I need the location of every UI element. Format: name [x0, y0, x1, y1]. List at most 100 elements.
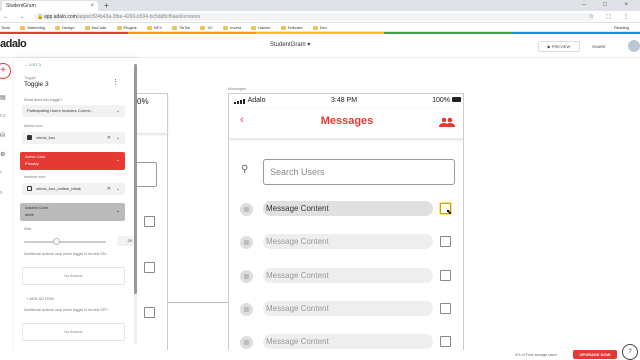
layers-icon[interactable]: ▤ — [0, 94, 7, 101]
help-icon[interactable]: ? — [622, 344, 638, 360]
tab-title: StudentGram — [6, 3, 36, 9]
inactive-color-value: #bbb — [25, 212, 34, 217]
folder-icon — [146, 26, 152, 30]
folder-icon — [55, 26, 61, 30]
chevron-down-icon: ⌄ — [115, 135, 120, 141]
people-icon[interactable] — [439, 117, 455, 127]
screen-link-line — [168, 302, 228, 303]
checkbox[interactable] — [144, 216, 155, 227]
settings-icon[interactable]: ⚙ — [0, 151, 7, 158]
messages-screen[interactable]: Adalo 3:48 PM 100% ‹ Messages ⚲ Search U… — [228, 93, 464, 351]
toggle-target-select[interactable]: Participating Users Includes Curren... ⌄ — [22, 105, 125, 117]
add-action-button[interactable]: + ADD ACTION — [26, 296, 54, 301]
chevron-down-icon: ⌄ — [115, 108, 120, 114]
bookmark-item[interactable]: Plugins — [116, 23, 137, 31]
clear-icon[interactable]: ✕ — [107, 183, 111, 195]
folder-icon — [84, 26, 90, 30]
avatar — [240, 236, 253, 249]
active-color-label: Active Color — [25, 155, 46, 159]
list-item[interactable]: Message Content ⬉ — [229, 200, 463, 218]
bookmark-item[interactable]: Dev — [312, 23, 327, 31]
bookmark-item[interactable]: Invest — [223, 23, 241, 31]
folder-icon — [312, 26, 318, 30]
folder-icon — [20, 26, 26, 30]
message-content: Message Content — [263, 334, 433, 349]
toggle-checkbox[interactable] — [440, 303, 451, 314]
avatar[interactable] — [628, 40, 640, 52]
size-input[interactable]: 24 — [117, 236, 135, 246]
toggle-checkbox[interactable] — [440, 270, 451, 281]
list-item[interactable]: Message Content — [229, 333, 463, 350]
bookmarks-bar: Tools Marketing Design NoCode Plugins NF… — [0, 23, 640, 32]
app-bar: ‹ Messages — [229, 108, 463, 139]
avatar — [240, 303, 253, 316]
bookmark-item[interactable]: Tools — [1, 23, 10, 31]
clear-icon[interactable]: ✕ — [107, 132, 111, 144]
folder-icon — [250, 26, 256, 30]
status-time: 3:48 PM — [331, 97, 358, 104]
active-color-select[interactable]: Active Color Primary ⌄ — [20, 152, 125, 170]
share-button[interactable]: SHARE — [592, 41, 606, 52]
browser-toolbar: ← → ⟳ 🔒 app.adalo.com/apps/cf24b43a-3fbe… — [0, 11, 640, 23]
carrier: Adalo — [234, 97, 265, 104]
size-label: Size — [24, 227, 32, 231]
url-path: /apps/cf24b43a-3fbe-4269-b594-bc5dd8cf6a… — [76, 14, 200, 20]
analytics-icon[interactable]: ⁄ — [0, 171, 7, 177]
toggle-checkbox[interactable] — [440, 336, 451, 347]
search-input[interactable]: Search Users — [263, 159, 455, 185]
bookmark-item[interactable]: Telecare — [280, 23, 303, 31]
active-icon-select[interactable]: check_box ✕ ⌄ — [22, 132, 125, 144]
list-item[interactable]: Message Content — [229, 233, 463, 251]
window-controls[interactable]: – □ × — [582, 0, 636, 11]
inactive-icon-select[interactable]: check_box_outline_blank ✕ ⌄ — [22, 183, 125, 195]
previous-screen[interactable]: 0% — [136, 93, 168, 353]
checkbox[interactable] — [144, 262, 155, 273]
toggle-checkbox[interactable] — [440, 236, 451, 247]
screen-name-label[interactable]: Messages — [228, 86, 246, 91]
message-content: Message Content — [263, 234, 433, 249]
off-actions-label: Additional actions only when toggle is t… — [24, 308, 109, 312]
browser-action-icons[interactable]: ☆ ⬚ ⋮ — [589, 11, 634, 23]
inactive-color-select[interactable]: Inactive Color #bbb ⌄ — [20, 203, 125, 221]
storage-usage: 0% of Free storage used — [515, 353, 557, 357]
add-component-button[interactable]: + — [0, 63, 11, 79]
battery-status: 100% — [432, 97, 461, 104]
chevron-down-icon: ⌄ — [115, 186, 120, 192]
address-bar[interactable]: 🔒 app.adalo.com/apps/cf24b43a-3fbe-4269-… — [34, 13, 594, 21]
list-item[interactable]: Message Content — [229, 300, 463, 318]
browser-tab-bar: StudentGram × + – □ × — [0, 0, 640, 11]
browser-tab[interactable]: StudentGram × — [2, 1, 98, 11]
avatar — [240, 336, 253, 349]
active-color-value: Primary — [25, 161, 39, 166]
question-label: What does this toggle? — [24, 98, 63, 102]
size-slider[interactable] — [24, 238, 106, 245]
bookmark-item[interactable]: Hazoni — [250, 23, 270, 31]
upgrade-button[interactable]: UPGRADE NOW — [573, 350, 617, 359]
checkbox[interactable] — [144, 307, 155, 318]
bookmark-item[interactable]: Design — [55, 23, 75, 31]
bookmark-item[interactable]: Marketing — [20, 23, 45, 31]
bookmark-item[interactable]: NoCode — [84, 23, 106, 31]
bookmark-item[interactable]: NFX — [146, 23, 162, 31]
screens-icon[interactable]: ▭ — [0, 112, 7, 119]
bookmark-item[interactable]: TikTok — [171, 23, 190, 31]
bookmark-item[interactable]: VC — [200, 23, 213, 31]
preview-button[interactable]: ▶ PREVIEW — [538, 41, 580, 52]
reading-list[interactable]: Reading — [611, 23, 629, 31]
editor-canvas[interactable]: 0% Messages Adalo 3:48 PM 100% ‹ Message… — [136, 58, 640, 353]
app-switcher[interactable]: StudentGram ▾ — [270, 41, 310, 48]
left-toolbar: + ▤ ▭ ⛁ ⚙ ⁄ › — [0, 58, 14, 360]
code-icon[interactable]: › — [0, 190, 7, 196]
database-icon[interactable]: ⛁ — [0, 132, 7, 139]
back-to-list-link[interactable]: ← LIST 3 — [24, 62, 41, 67]
more-options-icon[interactable]: ⋮ — [112, 78, 119, 86]
size-slider-handle[interactable] — [53, 238, 61, 245]
list-item[interactable]: Message Content — [229, 267, 463, 285]
component-name[interactable]: Toggle 3 — [24, 81, 49, 88]
adalo-logo[interactable]: adalo — [0, 38, 27, 50]
app-header: adalo StudentGram ▾ ▶ PREVIEW SHARE — [0, 34, 640, 58]
on-actions-label: Additional actions only when toggle is t… — [24, 252, 107, 256]
url-host: app.adalo.com — [44, 14, 77, 20]
new-tab-button[interactable]: + — [104, 0, 109, 11]
close-tab-icon[interactable]: × — [90, 1, 94, 11]
